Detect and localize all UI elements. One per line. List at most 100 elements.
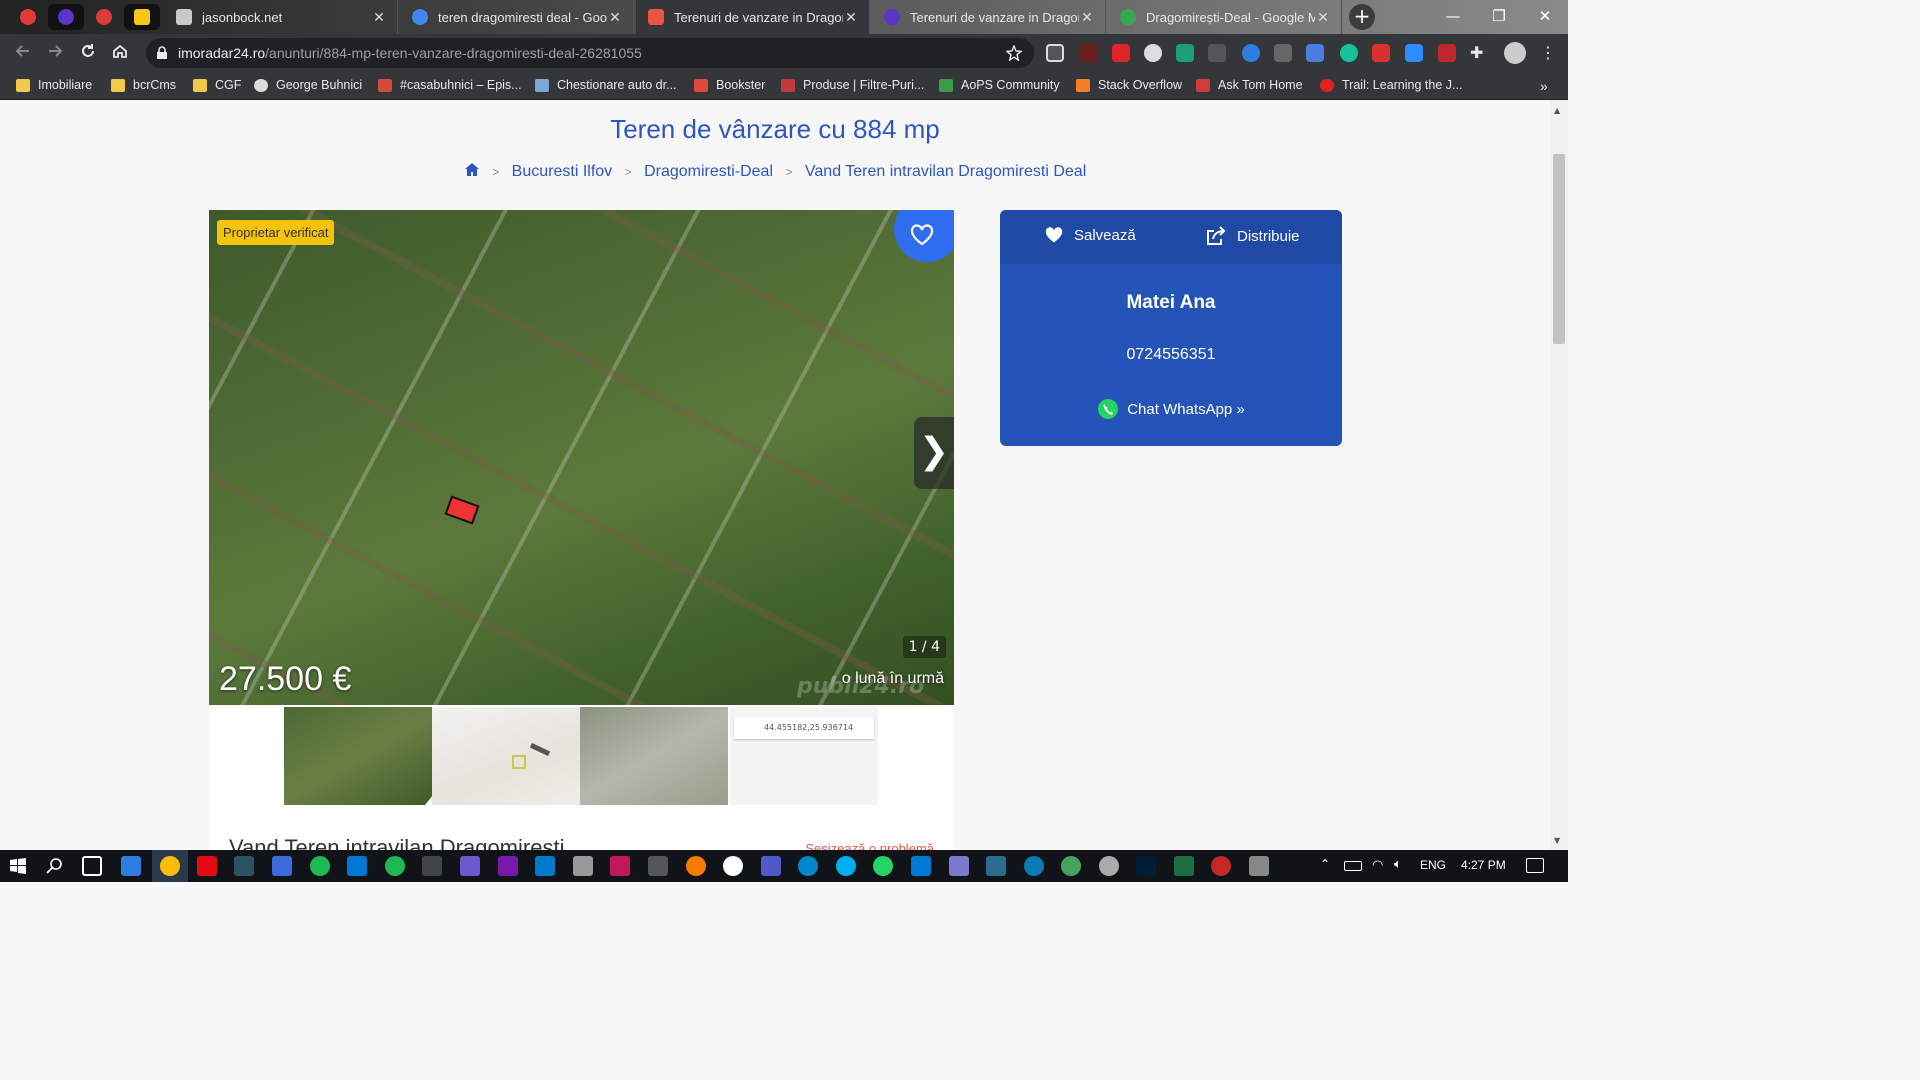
star-bookmark-icon[interactable] xyxy=(1006,45,1022,61)
telegram-icon[interactable] xyxy=(798,856,818,876)
whatsapp-chat-button[interactable]: Chat WhatsApp » xyxy=(1000,398,1342,420)
taskbar-app-icon[interactable] xyxy=(686,856,706,876)
bookmark-trail-java[interactable]: Trail: Learning the J... xyxy=(1320,78,1462,92)
skype-icon[interactable] xyxy=(836,856,856,876)
windows-start-icon[interactable] xyxy=(10,858,26,874)
pinned-tab-3[interactable] xyxy=(86,4,122,30)
pinned-tab-4[interactable] xyxy=(124,4,160,30)
save-app-icon[interactable] xyxy=(272,856,292,876)
breadcrumb-link-listing[interactable]: Vand Teren intravilan Dragomiresti Deal xyxy=(805,163,1086,180)
bookmark-chestionare[interactable]: Chestionare auto dr... xyxy=(535,78,677,92)
lastpass-extension-icon[interactable] xyxy=(1438,44,1456,62)
outlook-icon[interactable] xyxy=(911,856,931,876)
vscode-icon[interactable] xyxy=(535,856,555,876)
tab-google-search[interactable]: teren dragomiresti deal - Google ✕ xyxy=(400,0,634,34)
pinned-tab-2[interactable] xyxy=(48,4,84,30)
reload-button[interactable] xyxy=(77,43,99,65)
bookmark-casabuhnici[interactable]: #casabuhnici – Epis... xyxy=(378,78,522,92)
close-icon[interactable]: ✕ xyxy=(1079,9,1095,26)
bookmark-produse[interactable]: Produse | Filtre-Puri... xyxy=(781,78,924,92)
adblock-extension-icon[interactable] xyxy=(1372,44,1390,62)
thumbnail-2[interactable] xyxy=(432,707,580,805)
excel-icon[interactable] xyxy=(1174,856,1194,876)
close-icon[interactable]: ✕ xyxy=(1315,9,1331,26)
address-bar[interactable]: imoradar24.ro/anunturi/884-mp-teren-vanz… xyxy=(146,38,1034,68)
thumbnail-1[interactable] xyxy=(284,707,441,805)
search-icon[interactable] xyxy=(46,857,64,875)
taskbar-app-icon[interactable] xyxy=(610,856,630,876)
tab-google-maps[interactable]: Dragomirești-Deal - Google Ma ✕ xyxy=(1108,0,1342,34)
taskbar-app-icon[interactable] xyxy=(1099,856,1119,876)
tab-publi24[interactable]: Terenuri de vanzare in Dragomir ✕ xyxy=(636,0,870,34)
upwork-icon[interactable] xyxy=(1061,856,1081,876)
taskbar-app-icon[interactable] xyxy=(648,856,668,876)
taskbar-app-icon[interactable] xyxy=(310,856,330,876)
pocket-extension-icon[interactable] xyxy=(1046,44,1064,62)
spotify-icon[interactable] xyxy=(385,856,405,876)
profile-avatar[interactable] xyxy=(1504,42,1526,64)
bookmark-cgf[interactable]: CGF xyxy=(193,78,241,92)
task-view-icon[interactable] xyxy=(82,856,102,876)
home-icon[interactable] xyxy=(464,162,480,177)
netflix-icon[interactable] xyxy=(197,856,217,876)
taskbar-app-icon[interactable] xyxy=(1249,856,1269,876)
restore-button[interactable]: ❐ xyxy=(1476,0,1522,32)
zoom-extension-icon[interactable] xyxy=(1405,44,1423,62)
bookmark-bookster[interactable]: Bookster xyxy=(694,78,765,92)
taskbar-app-icon[interactable] xyxy=(347,856,367,876)
clock[interactable]: 4:27 PM xyxy=(1461,858,1506,872)
close-window-button[interactable]: ✕ xyxy=(1522,0,1568,32)
back-button[interactable] xyxy=(12,43,34,65)
save-button[interactable]: Salvează xyxy=(1044,226,1136,244)
youtube-extension-icon[interactable] xyxy=(1112,44,1130,62)
info-extension-icon[interactable] xyxy=(1242,44,1260,62)
taskbar-app-icon[interactable] xyxy=(949,856,969,876)
scrollbar-thumb[interactable] xyxy=(1553,154,1565,344)
lightroom-icon[interactable] xyxy=(1136,856,1156,876)
wifi-icon[interactable]: ◠ xyxy=(1372,858,1383,873)
forward-button[interactable] xyxy=(44,43,66,65)
taskbar-app-icon[interactable] xyxy=(121,856,141,876)
taskbar-app-icon[interactable] xyxy=(422,856,442,876)
close-icon[interactable]: ✕ xyxy=(607,9,623,26)
bookmark-imobiliare[interactable]: Imobiliare xyxy=(16,78,92,92)
close-icon[interactable]: ✕ xyxy=(843,9,859,26)
favorite-button[interactable] xyxy=(894,210,954,262)
notifications-icon[interactable] xyxy=(1526,858,1544,873)
next-photo-button[interactable]: ❯ xyxy=(914,417,954,489)
share-button[interactable]: Distribuie xyxy=(1205,226,1300,246)
taskbar-app-icon[interactable] xyxy=(723,856,743,876)
extension-gray-icon[interactable] xyxy=(1274,44,1292,62)
taskbar-app-icon[interactable] xyxy=(460,856,480,876)
circle-extension-icon[interactable] xyxy=(1144,44,1162,62)
terminal-icon[interactable] xyxy=(234,856,254,876)
seller-phone[interactable]: 0724556351 xyxy=(1000,346,1342,364)
onenote-icon[interactable] xyxy=(498,856,518,876)
extensions-puzzle-icon[interactable]: ✚ xyxy=(1470,43,1483,62)
bookmark-ask-tom[interactable]: Ask Tom Home xyxy=(1196,78,1303,92)
taskbar-active-app[interactable] xyxy=(152,850,188,882)
taskbar-app-icon[interactable] xyxy=(986,856,1006,876)
language-indicator[interactable]: ENG xyxy=(1420,858,1446,872)
taskbar-app-icon[interactable] xyxy=(573,856,593,876)
minimize-button[interactable]: — xyxy=(1430,0,1476,32)
battery-icon[interactable] xyxy=(1344,861,1362,871)
grammarly-extension-icon[interactable] xyxy=(1340,44,1358,62)
grid-extension-icon[interactable] xyxy=(1208,44,1226,62)
breadcrumb-link-region[interactable]: Bucuresti Ilfov xyxy=(512,163,612,180)
bookmark-stack-overflow[interactable]: Stack Overflow xyxy=(1076,78,1182,92)
tab-jasonbock[interactable]: jasonbock.net ✕ xyxy=(164,0,398,34)
home-button[interactable] xyxy=(109,43,131,65)
breadcrumb-link-locality[interactable]: Dragomiresti-Deal xyxy=(644,163,773,180)
extension-red-icon[interactable] xyxy=(1080,44,1098,62)
new-tab-button[interactable]: + xyxy=(1349,4,1375,30)
s-extension-icon[interactable] xyxy=(1176,44,1194,62)
thumbnail-3[interactable] xyxy=(580,707,728,805)
pinned-tab-1[interactable] xyxy=(10,4,46,30)
taskbar-app-icon[interactable] xyxy=(1211,856,1231,876)
bookmark-aops[interactable]: AoPS Community xyxy=(939,78,1060,92)
bookmark-bcrcms[interactable]: bcrCms xyxy=(111,78,176,92)
whatsapp-taskbar-icon[interactable] xyxy=(873,856,893,876)
volume-icon[interactable]: 🔈︎ xyxy=(1394,857,1402,872)
bookmark-george-buhnici[interactable]: George Buhnici xyxy=(254,78,362,92)
